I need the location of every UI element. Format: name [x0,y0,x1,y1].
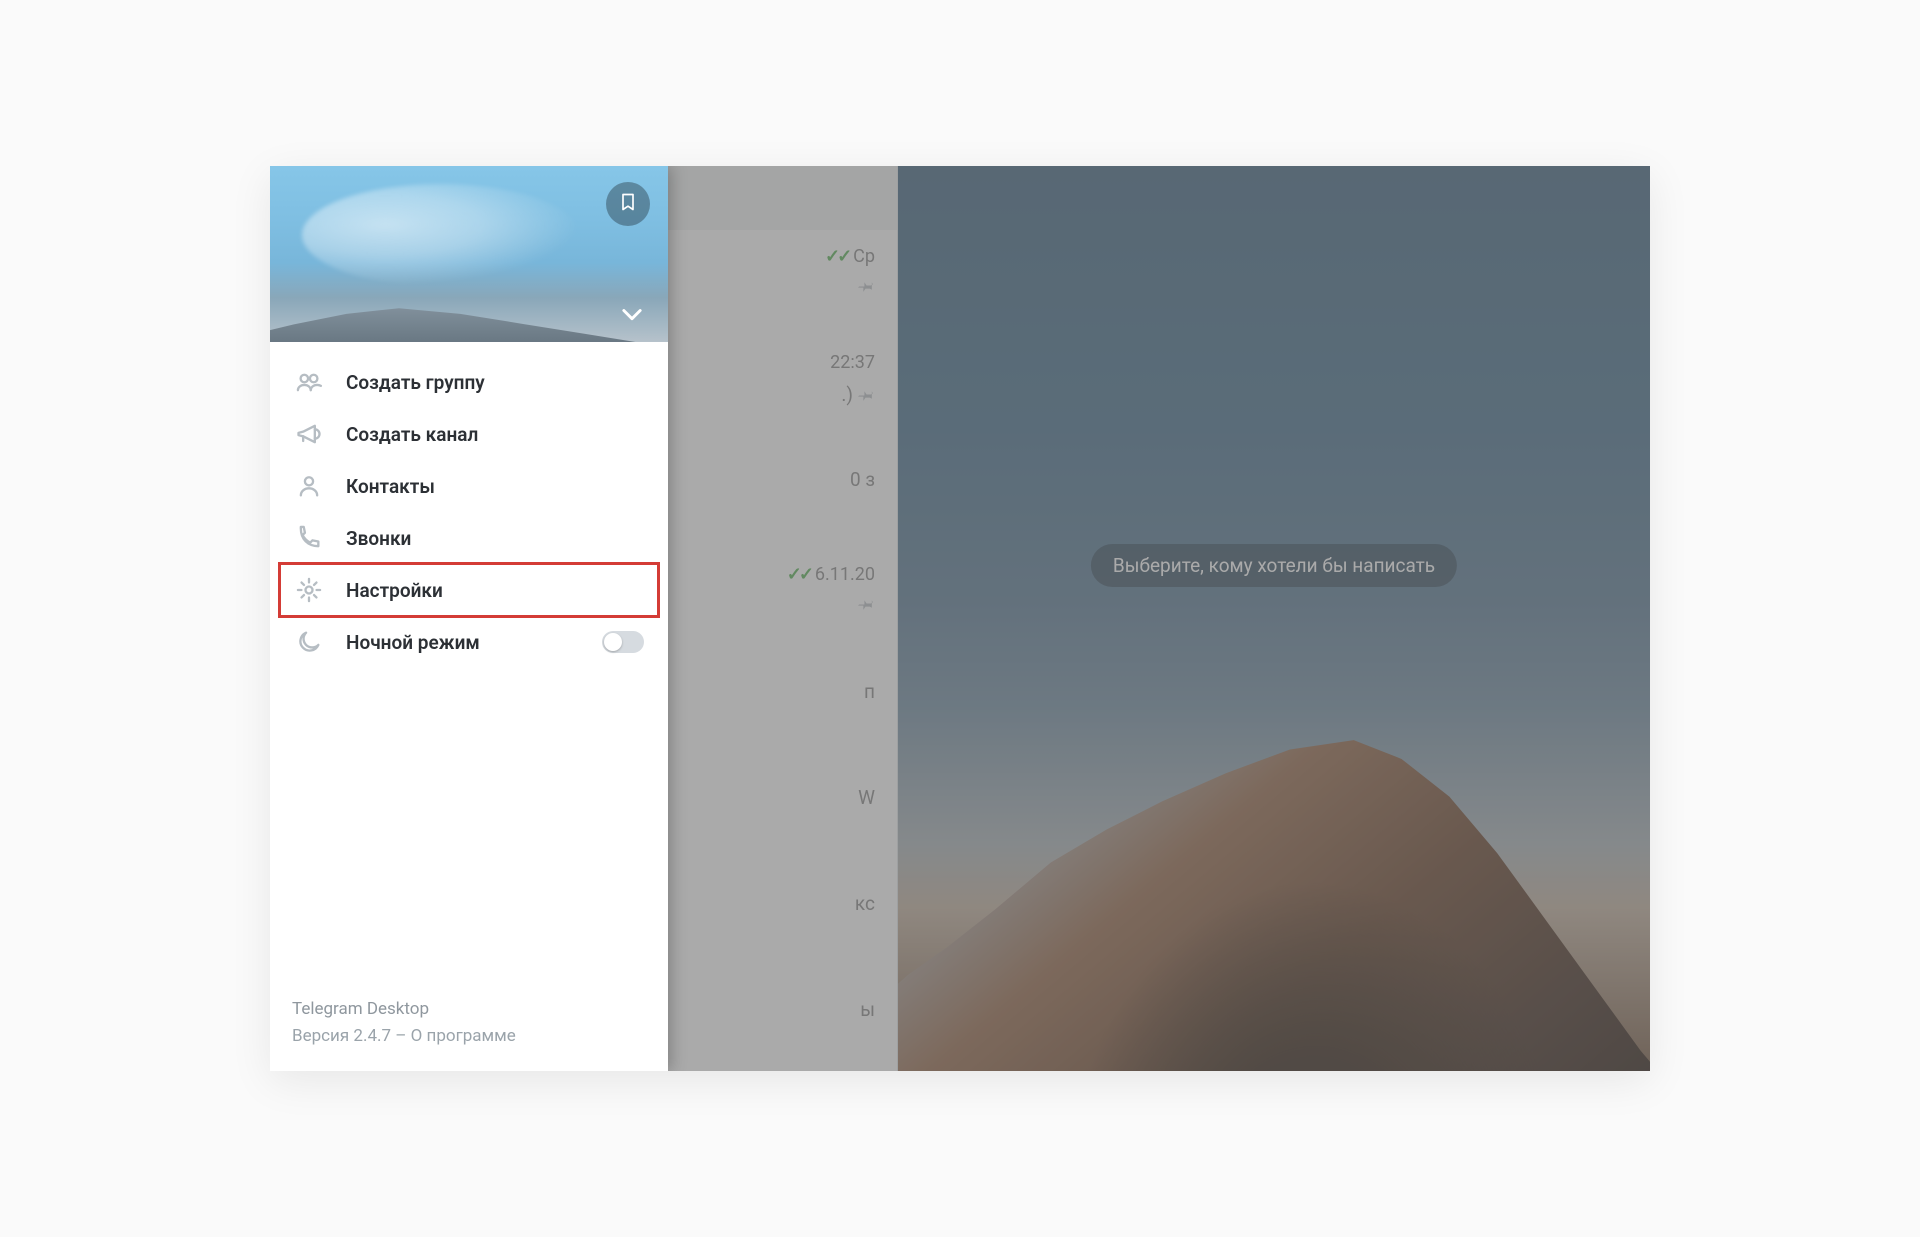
menu-item-label: Создать группу [346,371,485,394]
menu-item-label: Создать канал [346,423,478,446]
menu-item-label: Контакты [346,475,435,498]
drawer-header [270,166,668,342]
bookmark-icon [618,191,638,217]
night-mode-toggle[interactable] [602,631,644,653]
account-expand-button[interactable] [618,300,646,332]
drawer-footer: Telegram Desktop Версия 2.4.7 – О програ… [270,996,668,1071]
settings-icon [294,575,324,605]
app-name-label: Telegram Desktop [292,996,646,1022]
menu-item-night-mode[interactable]: Ночной режим [270,616,668,668]
menu-item-new-channel[interactable]: Создать канал [270,408,668,460]
saved-messages-button[interactable] [606,182,650,226]
menu-item-label: Звонки [346,527,411,550]
menu-item-calls[interactable]: Звонки [270,512,668,564]
menu-item-label: Ночной режим [346,631,480,654]
menu-item-settings[interactable]: Настройки [270,564,668,616]
drawer-menu: Создать группу Создать канал Контакты Звонк… [270,342,668,682]
new-group-icon [294,367,324,397]
calls-icon [294,523,324,553]
new-channel-icon [294,419,324,449]
night-mode-icon [294,627,324,657]
menu-item-label: Настройки [346,579,443,602]
menu-item-new-group[interactable]: Создать группу [270,356,668,408]
app-window: ✓✓Ср22:37.)0 з✓✓6.11.20пWксы Выберите, к… [270,166,1650,1071]
main-menu-drawer: Создать группу Создать канал Контакты Звонк… [270,166,668,1071]
contacts-icon [294,471,324,501]
menu-item-contacts[interactable]: Контакты [270,460,668,512]
app-version-label[interactable]: Версия 2.4.7 – О программе [292,1023,646,1049]
chevron-down-icon [618,313,646,332]
